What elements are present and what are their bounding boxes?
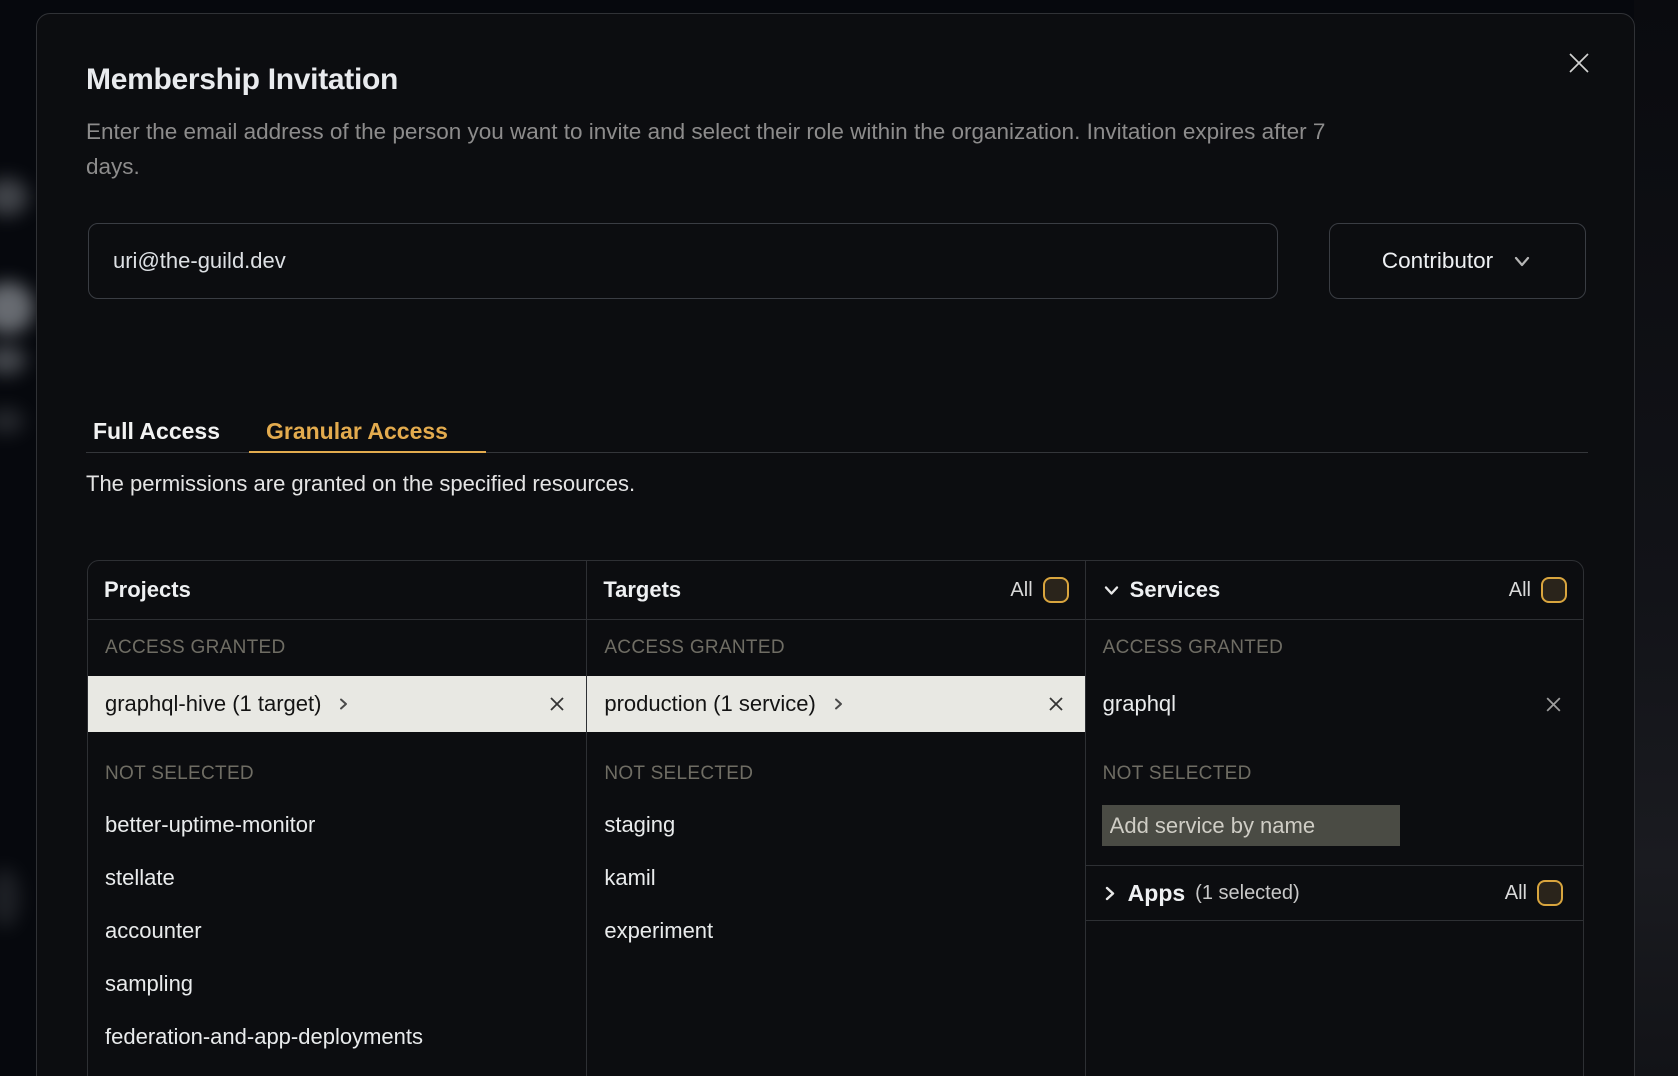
chevron-right-icon [1100,884,1119,903]
chevron-right-icon [831,697,845,711]
membership-invitation-dialog: Membership Invitation Enter the email ad… [36,13,1635,1076]
background-page-edge [1634,0,1678,1076]
background-blur-artifact [0,282,34,334]
list-item[interactable]: stellate [88,851,586,904]
services-column-header: Services All [1086,561,1583,620]
close-icon [1047,695,1065,713]
list-item[interactable]: sampling [88,957,586,1010]
not-selected-label: NOT SELECTED [587,750,1084,798]
chevron-down-icon [1102,581,1121,600]
projects-header-label: Projects [104,577,191,603]
projects-column-header: Projects [88,561,586,620]
email-field[interactable] [88,223,1278,299]
apps-expander-row[interactable]: Apps (1 selected) All [1086,865,1583,921]
apps-all-wrap: All [1505,880,1563,906]
add-service-input[interactable] [1102,805,1400,846]
dialog-title: Membership Invitation [86,63,398,97]
targets-all-checkbox[interactable] [1043,577,1069,603]
selected-target-label: production (1 service) [604,691,816,717]
close-button[interactable] [1564,48,1594,78]
services-column: Services All ACCESS GRANTED graphql NOT … [1085,561,1583,1076]
access-granted-label: ACCESS GRANTED [88,620,586,676]
all-label: All [1505,882,1527,905]
description-line: Enter the email address of the person yo… [86,114,1488,149]
selected-service-label: graphql [1103,691,1176,717]
list-item[interactable]: accounter [88,904,586,957]
apps-selected-count: (1 selected) [1195,882,1300,905]
remove-target-button[interactable] [1047,695,1065,713]
list-item[interactable]: experiment [587,904,1084,957]
selected-project-row[interactable]: graphql-hive (1 target) [88,676,586,732]
list-item[interactable]: better-uptime-monitor [88,798,586,851]
services-header-toggle[interactable]: Services [1102,577,1221,603]
background-blur-artifact [0,345,26,375]
services-all-wrap: All [1509,577,1567,603]
apps-all-checkbox[interactable] [1537,880,1563,906]
description-line: days. [86,149,1488,184]
services-header-label: Services [1130,577,1221,603]
close-icon [548,695,566,713]
role-select-value: Contributor [1382,248,1493,274]
list-item[interactable]: staging [587,798,1084,851]
permissions-table: Projects ACCESS GRANTED graphql-hive (1 … [87,560,1584,1076]
chevron-right-icon [336,697,350,711]
selected-service-row[interactable]: graphql [1086,676,1583,732]
apps-label: Apps [1128,880,1186,907]
tab-full-access[interactable]: Full Access [93,418,220,445]
chevron-down-icon [1511,250,1533,272]
all-label: All [1010,579,1032,602]
projects-column: Projects ACCESS GRANTED graphql-hive (1 … [88,561,586,1076]
background-blur-artifact [0,178,28,216]
close-icon [1544,695,1563,714]
access-granted-label: ACCESS GRANTED [587,620,1084,676]
close-icon [1566,50,1592,76]
selected-project-label: graphql-hive (1 target) [105,691,321,717]
background-blur-artifact [0,408,24,434]
tab-granular-access[interactable]: Granular Access [266,418,448,445]
services-all-checkbox[interactable] [1541,577,1567,603]
background-blur-artifact [0,868,20,928]
targets-column: Targets All ACCESS GRANTED production (1… [586,561,1084,1076]
active-tab-underline [249,451,486,453]
targets-column-header: Targets All [587,561,1084,620]
list-item[interactable]: federation-and-app-deployments [88,1010,586,1063]
not-selected-label: NOT SELECTED [88,750,586,798]
list-item[interactable]: kamil [587,851,1084,904]
role-select[interactable]: Contributor [1329,223,1586,299]
targets-all-wrap: All [1010,577,1068,603]
not-selected-label: NOT SELECTED [1086,750,1583,798]
remove-project-button[interactable] [548,695,566,713]
all-label: All [1509,579,1531,602]
permissions-note: The permissions are granted on the speci… [86,462,635,506]
dialog-description: Enter the email address of the person yo… [86,114,1488,184]
targets-header-label: Targets [603,577,681,603]
access-granted-label: ACCESS GRANTED [1086,620,1583,676]
remove-service-button[interactable] [1544,695,1563,714]
selected-target-row[interactable]: production (1 service) [587,676,1084,732]
